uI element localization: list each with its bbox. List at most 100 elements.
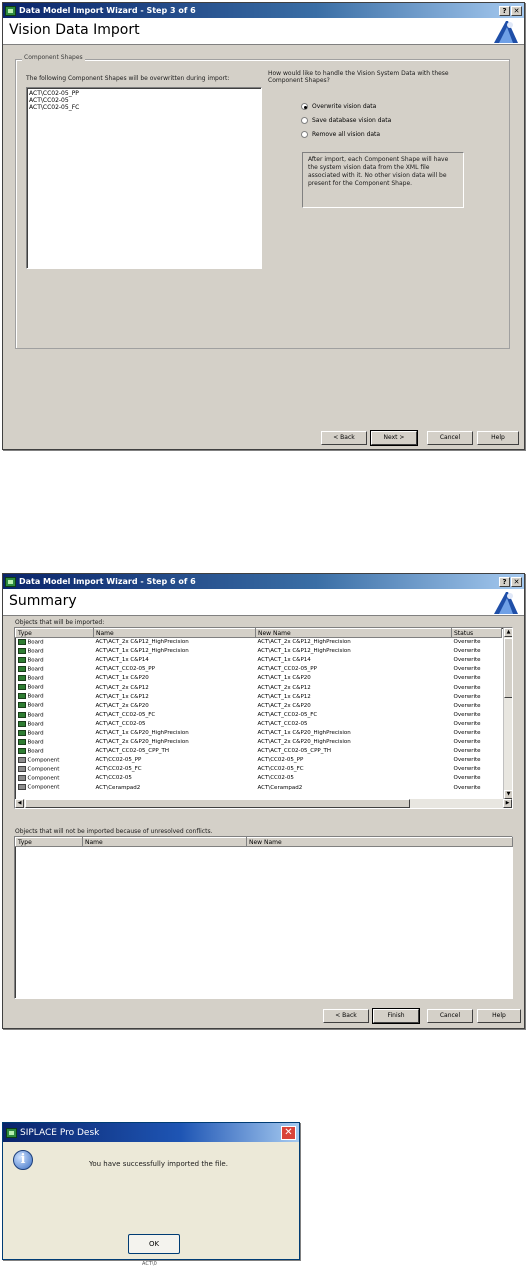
close-title-button[interactable]: ✕ [511, 5, 522, 16]
cell-type: Board [16, 656, 94, 665]
component-shapes-list[interactable]: ACT\CC02-05_PP ACT\CC02-05 ACT\CC02-05_F… [26, 87, 262, 269]
cell-name-text: ACT\ACT_CC02-05_PP [95, 666, 155, 673]
board-icon [17, 656, 26, 663]
help-button[interactable]: Help [477, 1009, 521, 1023]
list-item[interactable]: ACT\CC02-05_FC [27, 104, 261, 111]
table-row[interactable]: Component ACT\Cerampad2 ACT\Cerampad2 Overw… [16, 783, 502, 792]
scroll-up-button[interactable]: ▲ [504, 628, 512, 637]
scroll-thumb[interactable] [25, 799, 410, 808]
back-button[interactable]: < Back [323, 1009, 369, 1023]
next-button[interactable]: Next > [370, 430, 418, 446]
cell-type: Board [16, 647, 94, 656]
column-header-new-name[interactable]: New Name [246, 837, 513, 847]
radio-save-database[interactable]: Save database vision data [301, 117, 391, 124]
cell-type-text: Board [27, 748, 44, 755]
wizard-step3-window: Data Model Import Wizard - Step 3 of 6 ?… [2, 2, 525, 450]
cell-new-name: ACT\ACT_CC02-05 [256, 719, 452, 728]
scroll-left-button[interactable]: ◀ [15, 799, 24, 808]
help-button[interactable]: Help [477, 431, 519, 445]
cell-status-text: Overwrite [453, 693, 481, 700]
radio-overwrite[interactable]: Overwrite vision data [301, 103, 376, 110]
column-header-type[interactable]: Type [15, 628, 94, 638]
cell-new-name-text: ACT\ACT_1x C&P14 [257, 657, 311, 664]
cell-name-text: ACT\ACT_CC02-05_FC [95, 711, 156, 718]
scroll-right-button[interactable]: ▶ [503, 799, 512, 808]
table-row[interactable]: Board ACT\ACT_1x C&P20_HighPrecision ACT\A… [16, 728, 502, 737]
ok-button[interactable]: OK [128, 1234, 180, 1254]
cancel-button[interactable]: Cancel [427, 431, 473, 445]
table-row[interactable]: Board ACT\ACT_2x C&P12 ACT\ACT_2x C&P12 Ove… [16, 683, 502, 692]
board-icon [17, 738, 26, 745]
cell-status-text: Overwrite [453, 648, 481, 655]
board-icon [17, 693, 26, 700]
column-header-name[interactable]: Name [82, 837, 247, 847]
cell-new-name-text: ACT\ACT_CC02-05_FC [257, 711, 318, 718]
component-icon [17, 784, 26, 791]
radio-label: Save database vision data [312, 117, 392, 124]
horizontal-scrollbar[interactable]: ◀ ▶ [15, 799, 512, 808]
column-header-new-name[interactable]: New Name [255, 628, 452, 638]
table-row[interactable]: Board ACT\ACT_2x C&P12_HighPrecision ACT\A… [16, 638, 502, 647]
list-item[interactable]: ACT\CC02-05 [27, 97, 261, 104]
table-row[interactable]: Board ACT\ACT_1x C&P12 ACT\ACT_1x C&P12 Ove… [16, 692, 502, 701]
table-row[interactable]: Board ACT\ACT_CC02-05 ACT\ACT_CC02-05 Overw… [16, 719, 502, 728]
imported-rows: Board ACT\ACT_2x C&P12_HighPrecision ACT\A… [16, 638, 502, 793]
table-row[interactable]: Board ACT\ACT_CC02-05_PP ACT\ACT_CC02-05_P… [16, 665, 502, 674]
column-header-name[interactable]: Name [93, 628, 256, 638]
cell-name: ACT\CC02-05 [94, 774, 256, 783]
cell-name-text: ACT\ACT_2x C&P20 [95, 702, 149, 709]
list-item[interactable]: ACT\CC02-05_PP [27, 90, 261, 97]
cell-name-text: ACT\ACT_2x C&P12_HighPrecision [95, 639, 189, 646]
table-header-row: Type Name New Name Status [15, 628, 502, 638]
back-button[interactable]: < Back [321, 431, 367, 445]
cell-status-text: Overwrite [453, 711, 481, 718]
group-label: Component Shapes [22, 54, 85, 61]
table-row[interactable]: Board ACT\ACT_1x C&P20 ACT\ACT_1x C&P20 Ove… [16, 674, 502, 683]
cell-status-text: Overwrite [453, 757, 481, 764]
cell-status: Overwrite [452, 719, 502, 728]
cell-type: Board [16, 692, 94, 701]
cell-name: ACT\ACT_CC02-05_CPP_TH [94, 747, 256, 756]
scroll-thumb[interactable] [504, 638, 512, 698]
table-row[interactable]: Component ACT\CC02-05_FC ACT\CC02-05_FC Ove… [16, 765, 502, 774]
table-row[interactable]: Component ACT\CC02-05 ACT\CC02-05 Overwrite [16, 774, 502, 783]
cell-type-text: Board [27, 739, 44, 746]
cancel-button[interactable]: Cancel [427, 1009, 473, 1023]
table-row[interactable]: Component ACT\CC02-05_PP ACT\CC02-05_PP Ove… [16, 756, 502, 765]
cell-name: ACT\ACT_1x C&P14 [94, 656, 256, 665]
table-row[interactable]: Board ACT\ACT_2x C&P20 ACT\ACT_2x C&P20 Ove… [16, 701, 502, 710]
cell-type-text: Board [27, 666, 44, 673]
cell-name: ACT\ACT_2x C&P12_HighPrecision [94, 638, 256, 647]
radio-icon [301, 117, 308, 124]
board-icon [17, 747, 26, 754]
cell-type-text: Board [27, 730, 44, 737]
cell-type: Board [16, 719, 94, 728]
vertical-scrollbar[interactable]: ▲ ▼ [503, 628, 512, 799]
table-row[interactable]: Board ACT\ACT_1x C&P12_HighPrecision ACT\A… [16, 647, 502, 656]
cell-new-name: ACT\CC02-05 [256, 774, 452, 783]
imported-objects-table[interactable]: Type Name New Name Status Board ACT\ACT_2… [14, 627, 513, 809]
cell-status: Overwrite [452, 647, 502, 656]
scroll-down-button[interactable]: ▼ [504, 790, 512, 799]
close-title-button[interactable]: ✕ [511, 576, 522, 587]
table-row[interactable]: Board ACT\ACT_CC02-05_FC ACT\ACT_CC02-05_F… [16, 710, 502, 719]
table-row[interactable]: Board ACT\ACT_2x C&P20_HighPrecision ACT\A… [16, 738, 502, 747]
radio-remove-all[interactable]: Remove all vision data [301, 131, 380, 138]
cell-name: ACT\ACT_2x C&P20_HighPrecision [94, 738, 256, 747]
help-title-button[interactable]: ? [499, 576, 510, 587]
column-header-type[interactable]: Type [15, 837, 83, 847]
column-header-status[interactable]: Status [451, 628, 502, 638]
radio-icon [301, 131, 308, 138]
cell-status-text: Overwrite [453, 720, 481, 727]
window-title: Data Model Import Wizard - Step 6 of 6 [19, 577, 196, 586]
cell-new-name: ACT\ACT_CC02-05_PP [256, 665, 452, 674]
conflicts-table[interactable]: Type Name New Name [14, 836, 513, 999]
table-row[interactable]: Board ACT\ACT_1x C&P14 ACT\ACT_1x C&P14 Ove… [16, 656, 502, 665]
help-title-button[interactable]: ? [499, 5, 510, 16]
cell-new-name: ACT\CC02-05_PP [256, 756, 452, 765]
finish-button[interactable]: Finish [372, 1008, 420, 1024]
dialog-title: SIPLACE Pro Desk [20, 1127, 100, 1138]
cell-new-name: ACT\ACT_CC02-05_FC [256, 710, 452, 719]
table-row[interactable]: Board ACT\ACT_CC02-05_CPP_TH ACT\ACT_CC02-… [16, 747, 502, 756]
close-icon[interactable]: ✕ [281, 1125, 296, 1140]
